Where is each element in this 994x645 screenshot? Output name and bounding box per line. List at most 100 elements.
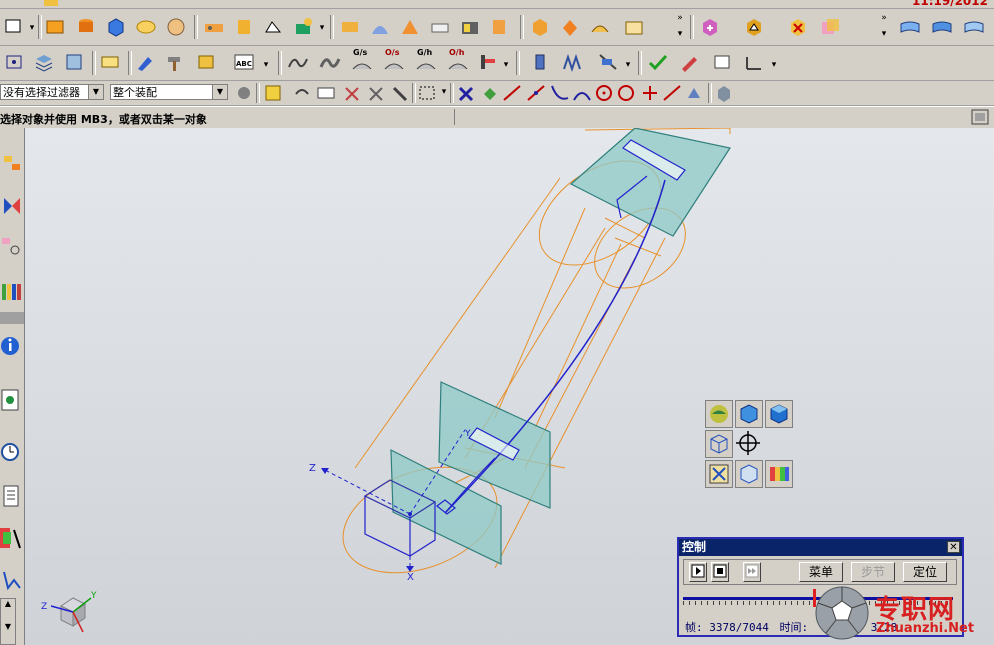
scope-select[interactable]: 整个装配 ▼ [110, 84, 228, 100]
play-button[interactable] [689, 562, 707, 582]
snap-quadrant-icon[interactable] [614, 82, 638, 104]
select-feature-icon[interactable] [314, 82, 338, 104]
type-filter-select[interactable]: 没有选择过滤器 ▼ [0, 84, 104, 100]
snap-intersection-icon[interactable] [638, 82, 662, 104]
new-sketch-dropdown[interactable]: ▾ [28, 23, 36, 33]
snap-endpoint-icon[interactable] [454, 82, 478, 104]
boss-icon[interactable] [232, 16, 256, 38]
draft-icon[interactable] [458, 16, 482, 38]
blend-icon[interactable] [368, 16, 392, 38]
gs-analysis-icon[interactable]: G/s [350, 48, 374, 73]
note-icon[interactable] [98, 51, 122, 73]
view-wireframe-icon[interactable] [705, 430, 733, 458]
roles-icon[interactable] [0, 566, 24, 594]
spring-icon[interactable] [560, 51, 584, 73]
assembly-mate-icon[interactable] [742, 16, 766, 38]
cylinder-icon[interactable] [74, 16, 98, 38]
dialog-title-bar[interactable]: 控制 ✕ [679, 539, 962, 556]
rectangle-select-dropdown[interactable]: ▾ [440, 87, 448, 97]
part-navigator-icon[interactable] [0, 232, 24, 260]
snap-perpendicular-icon[interactable] [570, 82, 594, 104]
pocket-icon[interactable] [262, 16, 286, 38]
select-component-icon[interactable] [388, 82, 412, 104]
new-sketch-button[interactable] [2, 16, 26, 38]
surface-icon-2[interactable] [930, 16, 954, 38]
stop-button[interactable] [711, 562, 729, 582]
connector-icon[interactable] [596, 51, 620, 73]
chamfer-icon[interactable] [398, 16, 422, 38]
extrude-icon[interactable] [134, 16, 158, 38]
text-abc-dropdown[interactable]: ▾ [262, 60, 270, 70]
layer-icon[interactable] [32, 51, 56, 73]
palette-icon[interactable] [0, 524, 24, 552]
trim-body-icon[interactable] [528, 16, 552, 38]
sidebar-scroll[interactable]: ▲ ▼ [0, 598, 16, 645]
view-fit-icon[interactable] [705, 460, 733, 488]
snap-point-on-line-icon[interactable] [524, 82, 548, 104]
offset-icon[interactable] [488, 16, 512, 38]
assembly-copy-icon[interactable] [818, 16, 842, 38]
gh-analysis-icon[interactable]: G/h [414, 48, 438, 73]
more-dropdown-2[interactable]: » [880, 13, 888, 23]
history-icon[interactable] [0, 386, 24, 414]
status-settings-icon[interactable] [970, 108, 990, 126]
surface-icon-3[interactable] [962, 16, 986, 38]
snap-point-icon[interactable] [712, 82, 736, 104]
slot-icon[interactable] [338, 16, 362, 38]
snap-center-icon[interactable] [592, 82, 616, 104]
constraint-navigator-icon[interactable] [0, 192, 24, 220]
step-button[interactable]: 步节 [851, 562, 895, 582]
more-dropdown-1b[interactable]: ▾ [676, 29, 684, 39]
undo-select-icon[interactable] [290, 82, 314, 104]
select-face-icon[interactable] [340, 82, 364, 104]
menu-button[interactable]: 菜单 [799, 562, 843, 582]
shell-icon[interactable] [428, 16, 452, 38]
measure-dropdown[interactable]: ▾ [502, 60, 510, 70]
more-dropdown-2b[interactable]: ▾ [880, 29, 888, 39]
pad-icon[interactable] [292, 16, 316, 38]
snap-line-icon[interactable] [500, 82, 524, 104]
select-body-icon[interactable] [364, 82, 388, 104]
split-body-icon[interactable] [558, 16, 582, 38]
feature-hole-icon[interactable] [202, 16, 226, 38]
view-color-icon[interactable] [765, 460, 793, 488]
view-solid-icon[interactable] [765, 400, 793, 428]
view-shaded-icon[interactable] [705, 400, 733, 428]
assembly-add-icon[interactable] [698, 16, 722, 38]
view-cube-icon[interactable] [735, 400, 763, 428]
pad-dropdown[interactable]: ▾ [318, 23, 326, 33]
snap-existing-icon[interactable] [682, 82, 706, 104]
datum-plane-icon[interactable] [2, 51, 26, 73]
text-abc-icon[interactable]: ABC [232, 51, 256, 73]
revolve-icon[interactable] [164, 16, 188, 38]
os-analysis-icon[interactable]: O/s [382, 48, 406, 73]
locate-button[interactable]: 定位 [903, 562, 947, 582]
measure-icon[interactable] [476, 51, 500, 73]
feature-playback-icon[interactable] [194, 51, 218, 73]
reuse-library-icon[interactable] [0, 278, 24, 306]
hammer-icon[interactable] [164, 51, 188, 73]
edit-axis-icon[interactable] [742, 51, 766, 73]
assembly-navigator-icon[interactable] [0, 150, 24, 178]
edit-axis-dropdown[interactable]: ▾ [770, 60, 778, 70]
scroll-down-icon[interactable]: ▼ [1, 622, 15, 631]
connector-dropdown[interactable]: ▾ [624, 60, 632, 70]
snap-curve-icon[interactable] [548, 82, 572, 104]
block-icon[interactable] [44, 16, 68, 38]
surface-icon-1[interactable] [898, 16, 922, 38]
oh-analysis-icon[interactable]: O/h [446, 48, 470, 73]
rectangle-select-icon[interactable] [416, 82, 440, 104]
snap-midpoint-icon[interactable] [478, 82, 502, 104]
clock-icon[interactable] [0, 438, 24, 466]
view-rotate-icon[interactable] [735, 430, 763, 458]
select-all-icon[interactable] [262, 82, 286, 104]
damper-icon[interactable] [528, 51, 552, 73]
more-dropdown-1[interactable]: » [676, 13, 684, 23]
snap-tangent-icon[interactable] [660, 82, 684, 104]
analysis-surface-icon[interactable] [318, 51, 342, 73]
edit-pencil-icon[interactable] [678, 51, 702, 73]
assembly-remove-icon[interactable] [786, 16, 810, 38]
patch-icon[interactable] [622, 16, 646, 38]
close-button[interactable]: ✕ [947, 541, 960, 553]
fast-forward-button[interactable] [743, 562, 761, 582]
